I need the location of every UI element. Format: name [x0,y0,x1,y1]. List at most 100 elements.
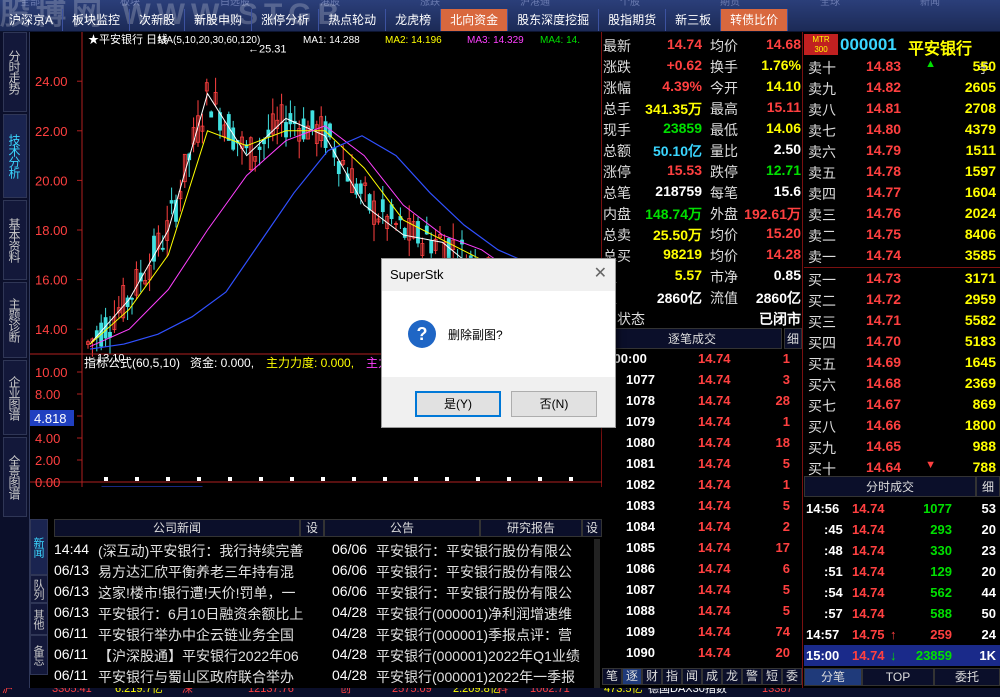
news-headline[interactable]: 易方达汇欣平衡养老三年持有混 [98,562,324,582]
no-button[interactable]: 否(N) [511,391,597,417]
menu-item-ghost[interactable]: 期货 [720,0,740,6]
bid-row[interactable]: 买二 14.72 2959 [804,289,1000,310]
news-headline[interactable]: 平安银行与蜀山区政府联合举办 [98,667,324,687]
bid-row[interactable]: 买三 14.71 5582 [804,310,1000,331]
tick-bottom-tab[interactable]: 逐 [622,668,642,685]
news-tab[interactable]: 公司新闻 [54,519,300,537]
news-tab[interactable]: 公告 [324,519,480,537]
market-tab[interactable]: 龙虎榜 [386,9,442,31]
tick-bottom-tab[interactable]: 龙 [722,668,742,685]
news-headline[interactable]: 平安银行举办中企云链业务全国 [98,625,324,645]
menu-item-ghost[interactable]: 沪港通 [520,0,550,6]
announcement-date[interactable]: 06/06 [332,583,367,599]
news-scrollbar[interactable] [594,539,600,689]
left-nav-tab[interactable]: 全景图谱 [3,437,27,517]
left-nav-tab[interactable]: 主题诊断 [3,282,27,358]
tick-bottom-tab[interactable]: 短 [762,668,782,685]
announcement-headline[interactable]: 平安银行：平安银行股份有限公 [376,562,592,582]
news-date[interactable]: 14:44 [54,541,89,557]
news-vertical-tab[interactable]: 其他 [30,603,48,635]
tick-bottom-tab[interactable]: 警 [742,668,762,685]
close-icon[interactable]: ✕ [594,263,607,283]
news-vertical-tab[interactable]: 备忘 [30,635,48,675]
news-date[interactable]: 06/11 [54,667,88,683]
market-tab[interactable]: 转债比价 [721,9,789,31]
announcement-date[interactable]: 06/06 [332,541,367,557]
ask-row[interactable]: 卖七 14.80 4379 [804,119,1000,140]
ask-row[interactable]: 卖四 14.77 1604 [804,182,1000,203]
announcement-headline[interactable]: 平安银行(000001)2022年Q1业绩 [376,646,592,666]
tick-bottom-tab[interactable]: 财 [642,668,662,685]
bid-row[interactable]: 买六 14.68 2369 [804,373,1000,394]
announcement-date[interactable]: 04/28 [332,625,367,641]
bid-row[interactable]: 买八 14.66 1800 [804,415,1000,436]
ask-row[interactable]: 卖五 14.78 1597 [804,161,1000,182]
news-date[interactable]: 06/13 [54,583,89,599]
ask-row[interactable]: 卖八 14.81 2708 [804,98,1000,119]
ask-row[interactable]: 卖一 14.74 3585 [804,245,1000,266]
menu-item-ghost[interactable]: 新闻 [920,0,940,6]
news-headline[interactable]: 平安银行：6月10日融资余额比上 [98,604,324,624]
bid-row[interactable]: 买九 14.65 988 [804,436,1000,457]
news-date[interactable]: 06/13 [54,562,89,578]
left-nav-tab[interactable]: 企业图谱 [3,360,27,435]
announcement-date[interactable]: 04/28 [332,667,367,683]
news-tab[interactable]: 设 [582,519,602,537]
bid-row[interactable]: 买七 14.67 869 [804,394,1000,415]
news-date[interactable]: 06/13 [54,604,89,620]
announcement-headline[interactable]: 平安银行：平安银行股份有限公 [376,583,592,603]
ask-row[interactable]: 卖三 14.76 2024 [804,203,1000,224]
news-headline[interactable]: (深互动)平安银行：我行持续完善 [98,541,324,561]
minute-trade-detail-button[interactable]: 细 [976,476,1000,497]
market-tab[interactable]: 涨停分析 [252,9,320,31]
announcement-headline[interactable]: 平安银行(000001)净利润增速维 [376,604,592,624]
news-tab[interactable]: 研究报告 [480,519,582,537]
ask-row[interactable]: 卖十 14.83 ▲ 550 [804,56,1000,77]
tick-bottom-tab[interactable]: 指 [662,668,682,685]
ask-row[interactable]: 卖六 14.79 1511 [804,140,1000,161]
market-tab[interactable]: 新股申购 [185,9,253,31]
news-vertical-tab[interactable]: 队列 [30,575,48,603]
left-nav-tab[interactable]: 基本资料 [3,200,27,280]
news-date[interactable]: 06/11 [54,625,88,641]
announcement-headline[interactable]: 平安银行(000001)季报点评：营 [376,625,592,645]
menu-item-ghost[interactable]: 全球 [820,0,840,6]
left-nav-tab[interactable]: 分时走势 [3,32,27,112]
market-tab[interactable]: 北向资金 [441,9,509,31]
news-date[interactable]: 06/11 [54,646,88,662]
market-tab[interactable]: 股东深度挖掘 [508,9,600,31]
minute-trade-bottom-tab[interactable]: TOP [862,668,934,686]
announcement-date[interactable]: 04/28 [332,646,367,662]
announcement-date[interactable]: 06/06 [332,562,367,578]
market-tab[interactable]: 沪深京A [0,9,64,31]
market-tab[interactable]: 新三板 [666,9,722,31]
announcement-headline[interactable]: 平安银行(000001)2022年一季报 [376,667,592,687]
minute-trade-bottom-tab[interactable]: 委托 [934,668,1000,686]
bid-row[interactable]: 买十 14.64 ▼ 788 [804,457,1000,478]
tick-bottom-tab[interactable]: 成 [702,668,722,685]
announcement-date[interactable]: 04/28 [332,604,367,620]
left-nav-tab[interactable]: 技术分析 [3,114,27,198]
tick-bottom-tab[interactable]: 闻 [682,668,702,685]
news-tab[interactable]: 设 [300,519,324,537]
bid-row[interactable]: 买一 14.73 3171 [804,268,1000,289]
announcement-headline[interactable]: 平安银行：平安银行股份有限公 [376,541,592,561]
menu-item-ghost[interactable]: 个股 [620,0,640,6]
tick-bottom-tab[interactable]: 笔 [602,668,622,685]
yes-button[interactable]: 是(Y) [415,391,501,417]
tick-detail-button[interactable]: 细 [784,328,802,349]
market-tab[interactable]: 股指期货 [599,9,667,31]
minute-trade-bottom-tab[interactable]: 分笔 [804,668,862,686]
news-headline[interactable]: 【沪深股通】平安银行2022年06 [98,646,324,666]
news-vertical-tab[interactable]: 新闻 [30,519,48,575]
bid-row[interactable]: 买四 14.70 5183 [804,331,1000,352]
menu-item-ghost[interactable]: 涨跌 [420,0,440,6]
market-tab[interactable]: 热点轮动 [319,9,387,31]
news-headline[interactable]: 这家!楼市!银行遭!天价!罚单，一 [98,583,324,603]
ask-row[interactable]: 卖九 14.82 2605 [804,77,1000,98]
market-tab[interactable]: 次新股 [130,9,186,31]
market-tab[interactable]: 板块监控 [63,9,131,31]
tick-bottom-tab[interactable]: 委 [782,668,802,685]
ask-row[interactable]: 卖二 14.75 8406 [804,224,1000,245]
bid-row[interactable]: 买五 14.69 1645 [804,352,1000,373]
